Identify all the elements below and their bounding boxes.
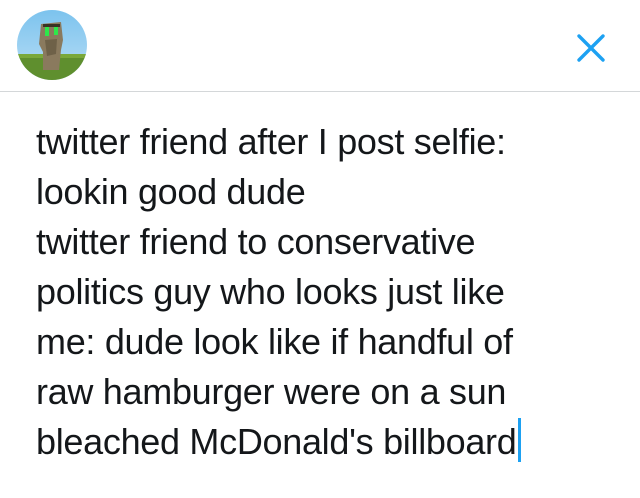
compose-text-line: me: dude look like if handful of: [36, 321, 513, 362]
tweet-compose-textarea[interactable]: twitter friend after I post selfie: look…: [36, 117, 626, 467]
user-avatar[interactable]: [17, 10, 87, 80]
compose-header: [0, 0, 640, 92]
close-button[interactable]: [571, 28, 611, 68]
compose-text-line: twitter friend after I post selfie:: [36, 121, 506, 162]
compose-text-line: politics guy who looks just like: [36, 271, 505, 312]
text-cursor-caret: [518, 418, 522, 462]
moai-avatar-icon: [17, 10, 87, 80]
header-divider: [0, 91, 640, 92]
compose-text-last-content: bleached McDonald's billboard: [36, 421, 517, 462]
compose-text-line-last: bleached McDonald's billboard: [36, 417, 626, 467]
compose-text-line: raw hamburger were on a sun: [36, 371, 507, 412]
compose-text-line: lookin good dude: [36, 171, 306, 212]
close-x-icon: [577, 34, 605, 62]
compose-text-line: twitter friend to conservative: [36, 221, 476, 262]
